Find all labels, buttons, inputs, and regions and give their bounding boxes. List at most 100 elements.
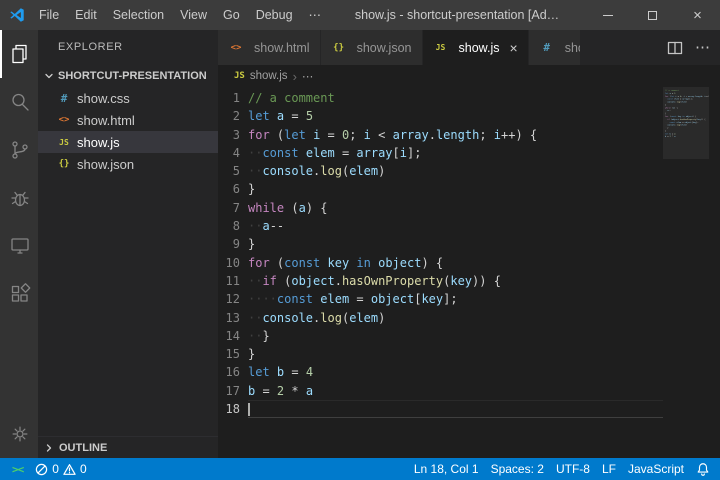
minimize-button[interactable] — [585, 0, 630, 30]
code-line-1: 1// a comment — [218, 89, 663, 107]
code-line-17: 17b = 2 * a — [218, 382, 663, 400]
line-number: 10 — [218, 254, 240, 272]
line-number: 14 — [218, 327, 240, 345]
tab-show.html[interactable]: <> show.html — [218, 30, 321, 65]
editor-body: 1// a comment2let a = 53for (let i = 0; … — [218, 87, 720, 458]
activity-extensions[interactable] — [0, 270, 38, 318]
debug-bug-icon — [8, 186, 32, 210]
remote-indicator[interactable]: >< — [6, 458, 29, 480]
line-number: 7 — [218, 199, 240, 217]
code-line-2: 2let a = 5 — [218, 107, 663, 125]
breadcrumb: JS show.js › ⋯ — [218, 65, 720, 87]
code-line-8: 8··a-- — [218, 217, 663, 235]
file-label: show.json — [77, 157, 134, 172]
line-number: 5 — [218, 162, 240, 180]
activity-source-control[interactable] — [0, 126, 38, 174]
tab-label: show.json — [357, 41, 412, 55]
file-list: #show.css<>show.html JS show.js {}show.json — [38, 87, 218, 175]
tab-label: show. — [565, 41, 581, 55]
minimize-icon — [603, 15, 613, 16]
maximize-icon — [648, 11, 657, 20]
tab-show.[interactable]: # show. — [529, 30, 581, 65]
menu-view[interactable]: View — [172, 0, 215, 30]
more-actions-icon[interactable]: ⋯ — [695, 40, 710, 55]
breadcrumb-chevron-icon: › — [293, 69, 297, 84]
activity-debug[interactable] — [0, 174, 38, 222]
code-line-13: 13··console.log(elem) — [218, 309, 663, 327]
indentation-setting[interactable]: Spaces: 2 — [485, 458, 550, 480]
minimap-slider[interactable] — [663, 87, 709, 159]
menu-edit[interactable]: Edit — [67, 0, 105, 30]
outline-section-header[interactable]: OUTLINE — [38, 436, 218, 458]
tab-show.js[interactable]: JS show.js × — [423, 30, 529, 65]
code-editor[interactable]: 1// a comment2let a = 53for (let i = 0; … — [218, 87, 663, 458]
close-tab-icon[interactable]: × — [510, 41, 518, 55]
language-mode[interactable]: JavaScript — [622, 458, 690, 480]
menu-go[interactable]: Go — [215, 0, 248, 30]
activity-explorer[interactable] — [0, 30, 38, 78]
warning-icon — [63, 463, 76, 476]
file-show.html[interactable]: <>show.html — [38, 109, 218, 131]
js-file-icon: JS — [433, 43, 449, 52]
file-show.json[interactable]: {}show.json — [38, 153, 218, 175]
code-line-7: 7while (a) { — [218, 199, 663, 217]
remote-icon: >< — [12, 463, 23, 476]
code-line-16: 16let b = 4 — [218, 363, 663, 381]
sidebar: EXPLORER SHORTCUT-PRESENTATION #show.css… — [38, 30, 218, 458]
breadcrumb-more[interactable]: ⋯ — [302, 69, 314, 83]
code-line-11: 11··if (object.hasOwnProperty(key)) { — [218, 272, 663, 290]
tabs-container: <> show.html {}show.json JS show.js × # show. — [218, 30, 581, 65]
activity-search[interactable] — [0, 78, 38, 126]
line-number: 1 — [218, 89, 240, 107]
js-file-icon: JS — [234, 71, 245, 81]
minimap[interactable]: // a commentlet a = 5for (let i = 0; i <… — [663, 87, 709, 458]
line-number: 15 — [218, 345, 240, 363]
tab-label: show.html — [254, 41, 310, 55]
chevron-right-icon — [42, 441, 56, 455]
problems-indicator[interactable]: 0 0 — [29, 458, 92, 480]
folder-section-header[interactable]: SHORTCUT-PRESENTATION — [38, 65, 218, 87]
window-controls: × — [585, 0, 720, 30]
activity-remote-explorer[interactable] — [0, 222, 38, 270]
menu-bar: FileEditSelectionViewGoDebug⋯ — [31, 0, 329, 30]
line-number: 16 — [218, 363, 240, 381]
code-line-10: 10for (const key in object) { — [218, 254, 663, 272]
css-file-icon: # — [56, 92, 72, 105]
code-line-9: 9} — [218, 235, 663, 253]
eol-setting[interactable]: LF — [596, 458, 622, 480]
text-cursor — [248, 403, 250, 416]
cursor-position[interactable]: Ln 18, Col 1 — [408, 458, 485, 480]
code-line-15: 15} — [218, 345, 663, 363]
code-line-6: 6} — [218, 180, 663, 198]
line-number: 2 — [218, 107, 240, 125]
file-label: show.js — [77, 135, 120, 150]
css-file-icon: # — [539, 41, 555, 54]
line-number: 13 — [218, 309, 240, 327]
menu-selection[interactable]: Selection — [105, 0, 172, 30]
file-show.css[interactable]: #show.css — [38, 87, 218, 109]
html-file-icon: <> — [228, 43, 244, 53]
notifications-button[interactable] — [690, 458, 716, 480]
line-number: 17 — [218, 382, 240, 400]
maximize-button[interactable] — [630, 0, 675, 30]
settings-gear-button[interactable] — [0, 410, 38, 458]
breadcrumb-file[interactable]: show.js — [250, 70, 288, 82]
tab-label: show.js — [459, 41, 500, 55]
menu-debug[interactable]: Debug — [248, 0, 301, 30]
tab-show.json[interactable]: {}show.json — [321, 30, 423, 65]
encoding-setting[interactable]: UTF-8 — [550, 458, 596, 480]
vertical-scrollbar[interactable] — [709, 87, 720, 458]
file-show.js[interactable]: JS show.js — [38, 131, 218, 153]
menu-file[interactable]: File — [31, 0, 67, 30]
menu-more[interactable]: ⋯ — [301, 0, 330, 30]
code-line-5: 5··console.log(elem) — [218, 162, 663, 180]
remote-explorer-icon — [8, 234, 32, 258]
source-control-icon — [8, 138, 32, 162]
editor-actions: ⋯ — [657, 30, 720, 65]
split-editor-icon[interactable] — [667, 40, 683, 56]
close-button[interactable]: × — [675, 0, 720, 30]
line-number: 3 — [218, 126, 240, 144]
js-file-icon: JS — [56, 138, 72, 147]
line-number: 8 — [218, 217, 240, 235]
title-bar: FileEditSelectionViewGoDebug⋯ show.js - … — [0, 0, 720, 30]
